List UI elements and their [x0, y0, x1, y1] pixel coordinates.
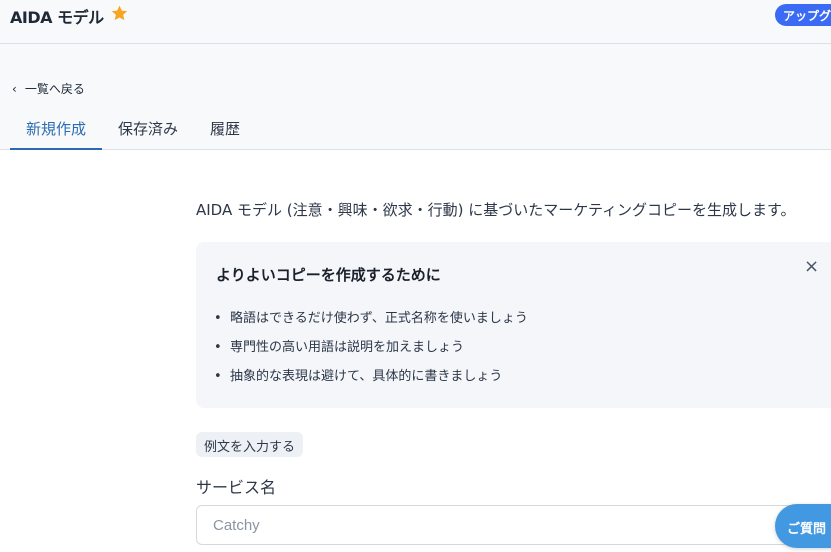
tip-item: 専門性の高い用語は説明を加えましょう [214, 339, 528, 368]
help-button[interactable]: ご質問 [775, 504, 831, 548]
tab-saved[interactable]: 保存済み [102, 104, 194, 150]
tab-history[interactable]: 履歴 [194, 104, 256, 150]
back-label: 一覧へ戻る [24, 82, 85, 96]
tips-title: よりよいコピーを作成するために [216, 266, 441, 284]
chevron-left-icon: ‹ [12, 81, 17, 96]
fill-example-button[interactable]: 例文を入力する [196, 432, 304, 457]
app-title: AIDA モデル [10, 8, 104, 27]
tips-list: 略語はできるだけ使わず、正式名称を使いましょう 専門性の高い用語は説明を加えまし… [214, 310, 528, 397]
close-icon[interactable]: × [804, 256, 819, 277]
tip-item: 略語はできるだけ使わず、正式名称を使いましょう [214, 310, 528, 339]
upgrade-button[interactable]: アップグ [775, 4, 831, 26]
service-name-label: サービス名 [196, 478, 277, 497]
service-name-input[interactable] [196, 505, 831, 545]
tab-bar: 新規作成 保存済み 履歴 [10, 104, 256, 150]
nav-area: ‹ 一覧へ戻る 新規作成 保存済み 履歴 [0, 44, 831, 150]
tip-item: 抽象的な表現は避けて、具体的に書きましょう [214, 368, 528, 397]
tab-new[interactable]: 新規作成 [10, 104, 103, 150]
star-icon[interactable] [110, 4, 129, 23]
back-link[interactable]: ‹ 一覧へ戻る [12, 80, 85, 97]
tips-panel: よりよいコピーを作成するために × 略語はできるだけ使わず、正式名称を使いましょ… [196, 242, 831, 408]
page-description: AIDA モデル (注意・興味・欲求・行動) に基づいたマーケティングコピーを生… [196, 201, 796, 219]
app-header: AIDA モデル アップグ [0, 0, 831, 44]
